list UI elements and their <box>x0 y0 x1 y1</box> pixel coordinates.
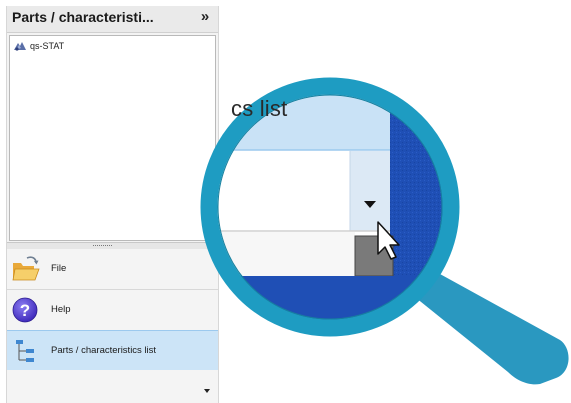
tree-item-qs-stat[interactable]: qs-STAT <box>13 39 64 53</box>
nav-overflow-area <box>7 370 218 403</box>
splitter-grip-icon: ·········· <box>92 240 113 250</box>
parts-characteristics-pane: Parts / characteristi... » qs-STAT ·····… <box>6 6 219 403</box>
nav-item-help[interactable]: ? Help <box>7 290 218 331</box>
tree-hierarchy-icon <box>16 340 34 362</box>
nav-item-label: Parts / characteristics list <box>51 345 157 356</box>
nav-item-label: Help <box>51 304 71 315</box>
tree-item-label: qs-STAT <box>30 41 65 51</box>
chevron-down-icon[interactable] <box>204 389 210 393</box>
nav-item-label: File <box>51 263 67 274</box>
zoomed-label-text: cs list <box>231 96 288 121</box>
collapse-pane-button[interactable]: » <box>197 8 213 28</box>
nav-item-parts-characteristics-list[interactable]: Parts / characteristics list <box>7 330 218 371</box>
help-question-icon: ? <box>12 297 38 323</box>
qs-stat-logo-icon <box>14 41 26 51</box>
pane-header: Parts / characteristi... » <box>7 6 218 33</box>
tree-view[interactable]: qs-STAT <box>9 35 216 241</box>
folder-open-icon <box>12 256 40 281</box>
pane-title: Parts / characteristi... <box>12 9 154 25</box>
svg-text:?: ? <box>20 301 30 320</box>
nav-item-file[interactable]: File <box>7 249 218 290</box>
